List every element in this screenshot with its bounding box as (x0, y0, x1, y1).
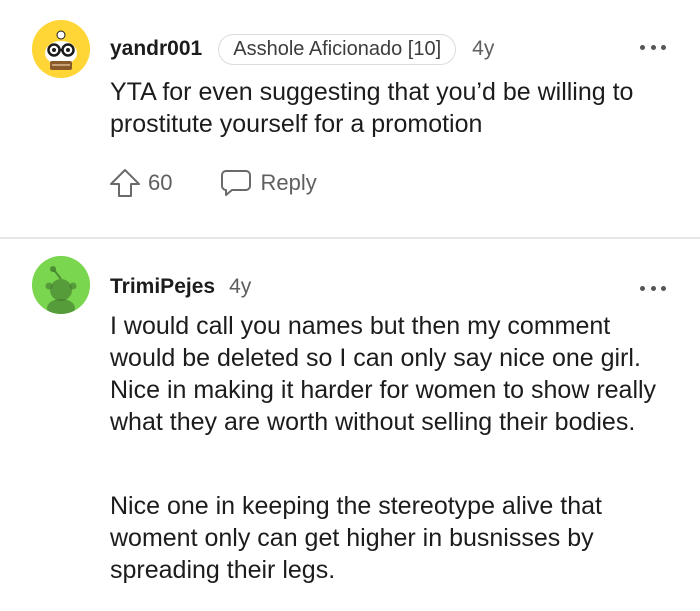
username[interactable]: TrimiPejes (110, 275, 215, 299)
reply-label: Reply (260, 170, 317, 195)
comment-paragraph: I would call you names but then my comme… (110, 312, 657, 436)
comment-meta: yandr001 Asshole Aficionado [10] 4y (110, 31, 494, 67)
comment-age: 4y (472, 37, 495, 60)
snoo-avatar-icon (32, 20, 90, 78)
more-options-icon[interactable] (640, 42, 666, 52)
comment-actions: 60 Reply (108, 165, 317, 201)
vote-count: 60 (148, 170, 173, 195)
reply-button[interactable]: Reply (220, 168, 317, 198)
comment: TrimiPejes 4y I would call you names but… (0, 239, 700, 611)
speech-bubble-icon (221, 170, 252, 196)
comment: yandr001 Asshole Aficionado [10] 4y YTA … (0, 0, 700, 238)
more-options-icon[interactable] (640, 283, 666, 293)
comment-body: YTA for even suggesting that you’d be wi… (110, 78, 634, 138)
avatar[interactable] (32, 256, 90, 314)
comment-meta: TrimiPejes 4y (110, 269, 251, 305)
snoo-avatar-icon (32, 256, 90, 314)
comment-age: 4y (229, 275, 252, 298)
username[interactable]: yandr001 (110, 37, 202, 61)
avatar[interactable] (32, 20, 90, 78)
upvote-arrow-icon (110, 169, 140, 197)
user-flair: Asshole Aficionado [10] (218, 33, 457, 65)
upvote-button[interactable]: 60 (108, 167, 172, 199)
comment-paragraph: Nice one in keeping the stereotype alive… (110, 492, 602, 584)
